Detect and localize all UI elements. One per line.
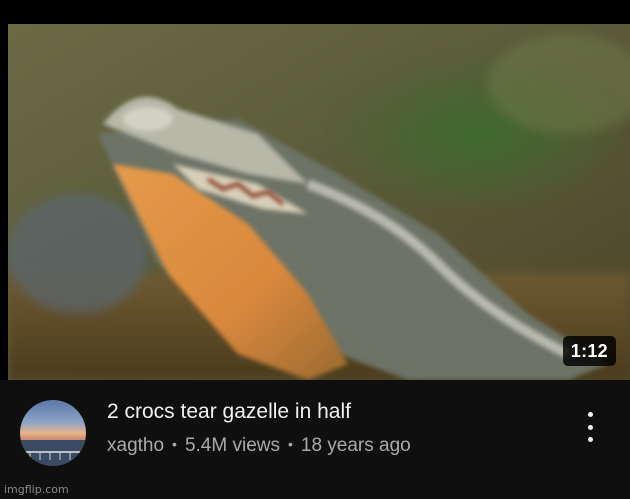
more-dot [587, 437, 593, 442]
video-meta: xagtho • 5.4M views • 18 years ago [107, 435, 411, 457]
meta-separator: • [172, 436, 177, 452]
top-bar [0, 0, 630, 24]
upload-age: 18 years ago [300, 435, 411, 456]
more-dot [587, 424, 593, 430]
meta-separator: • [287, 436, 293, 452]
video-thumbnail[interactable]: 1:12 [8, 24, 630, 380]
more-dot [587, 412, 593, 417]
channel-avatar[interactable] [20, 400, 86, 466]
avatar-image [20, 400, 86, 466]
channel-name[interactable]: xagtho [107, 435, 164, 456]
thumbnail-image [8, 24, 630, 380]
video-title[interactable]: 2 crocs tear gazelle in half [107, 400, 351, 424]
video-info: 2 crocs tear gazelle in half xagtho • 5.4M… [0, 380, 630, 499]
watermark: imgflip.com [4, 483, 69, 496]
more-vertical-icon[interactable] [576, 410, 604, 444]
view-count: 5.4M views [184, 435, 280, 456]
duration-badge: 1:12 [562, 336, 616, 366]
